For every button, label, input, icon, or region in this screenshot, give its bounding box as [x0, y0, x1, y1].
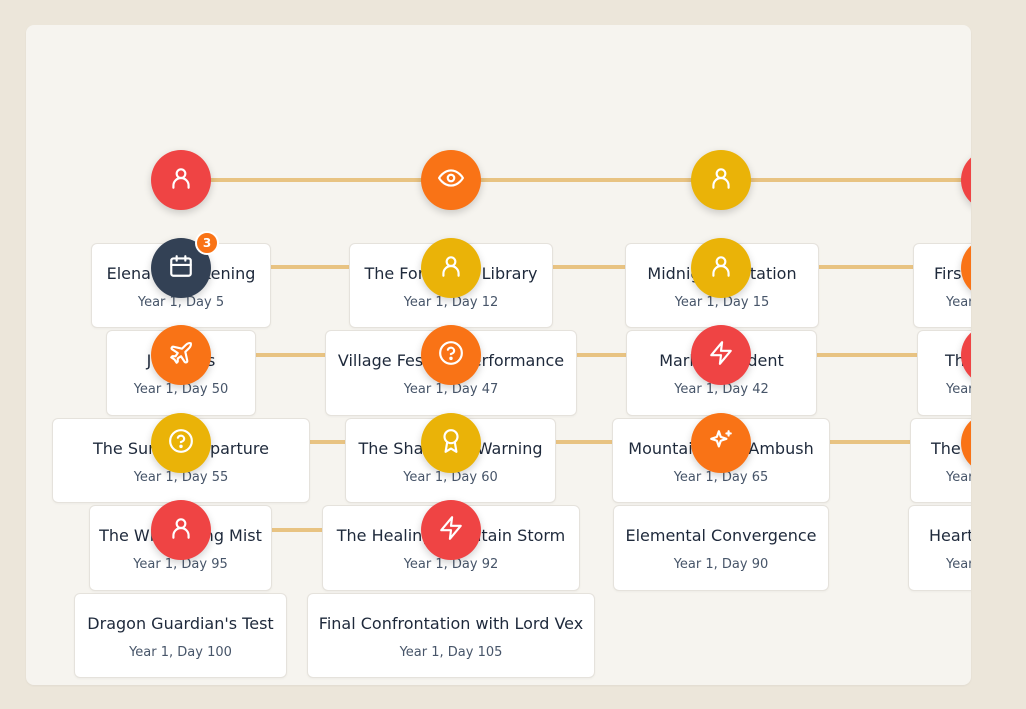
event-title: Elemental Convergence	[625, 526, 817, 545]
event-card[interactable]: Dragon Guardian's Test Year 1, Day 100	[74, 593, 287, 678]
event-title: Dragon Guardian's Test	[87, 614, 274, 633]
event-node-plane[interactable]	[151, 325, 211, 385]
event-date: Year	[946, 382, 971, 397]
eye-icon	[438, 165, 464, 195]
event-card[interactable]: Final Confrontation with Lord Vex Year 1…	[307, 593, 595, 678]
row-connector-line	[206, 440, 971, 444]
event-card[interactable]: Heart Year	[908, 505, 971, 591]
event-node-help[interactable]	[151, 413, 211, 473]
user-icon	[708, 253, 734, 283]
top-node-user[interactable]	[691, 150, 751, 210]
help-circle-icon	[438, 340, 464, 370]
award-icon	[438, 428, 464, 458]
top-node-user[interactable]	[961, 150, 971, 210]
event-node-lightning[interactable]	[691, 325, 751, 385]
top-node-user[interactable]	[151, 150, 211, 210]
event-node-sparkles[interactable]	[691, 413, 751, 473]
event-node-help[interactable]	[421, 325, 481, 385]
event-card[interactable]: The Year	[910, 418, 971, 503]
event-date: Year	[946, 557, 971, 572]
event-date: Year	[946, 295, 971, 310]
event-node-award[interactable]	[421, 413, 481, 473]
sparkles-icon	[708, 428, 734, 458]
event-date: Year	[946, 470, 971, 485]
top-connector-line	[180, 178, 971, 182]
event-title: Heart	[929, 526, 971, 545]
user-icon	[438, 253, 464, 283]
top-node-eye[interactable]	[421, 150, 481, 210]
row-connector-line	[206, 265, 971, 269]
event-node-user[interactable]	[151, 500, 211, 560]
event-title: Final Confrontation with Lord Vex	[318, 614, 584, 633]
event-date: Year 1, Day 105	[399, 645, 503, 660]
event-node-calendar[interactable]: 3	[151, 231, 219, 298]
event-node-user[interactable]	[691, 238, 751, 298]
help-circle-icon	[168, 428, 194, 458]
plane-icon	[168, 340, 194, 370]
event-card[interactable]: Elemental Convergence Year 1, Day 90	[613, 505, 829, 591]
event-node-user[interactable]	[421, 238, 481, 298]
calendar-icon	[168, 253, 194, 283]
event-count-badge: 3	[195, 231, 219, 255]
lightning-icon	[438, 515, 464, 545]
timeline-canvas[interactable]: Elena's Awakening Year 1, Day 5 The Forg…	[26, 25, 971, 685]
event-date: Year 1, Day 90	[673, 557, 769, 572]
event-node-lightning[interactable]	[421, 500, 481, 560]
user-icon	[708, 165, 734, 195]
event-date: Year 1, Day 100	[129, 645, 232, 660]
lightning-icon	[708, 340, 734, 370]
row-connector-line	[206, 353, 971, 357]
user-icon	[168, 515, 194, 545]
user-icon	[168, 165, 194, 195]
